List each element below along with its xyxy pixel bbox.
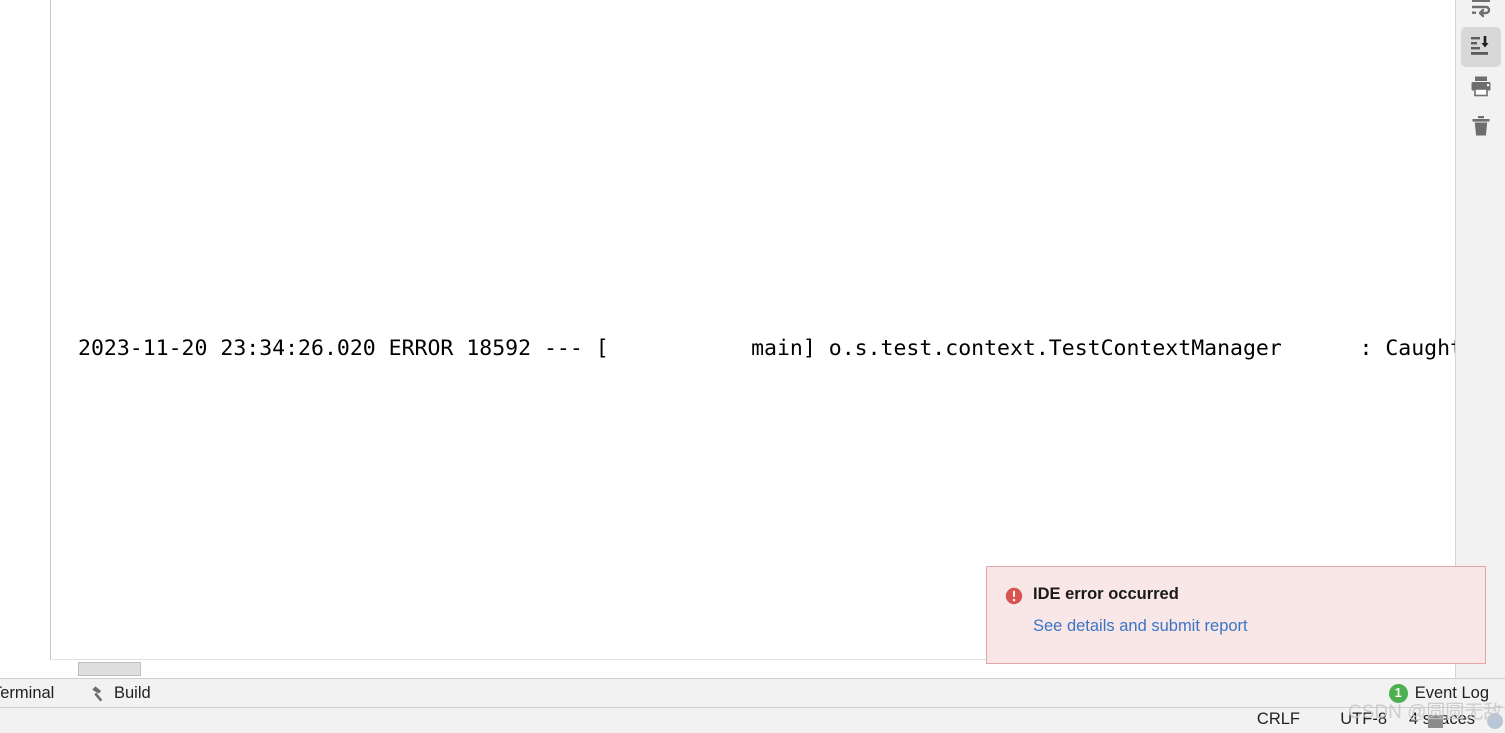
status-circle-indicator [1487, 713, 1503, 729]
ide-error-notification[interactable]: IDE error occurred See details and submi… [986, 566, 1486, 664]
trash-icon [1469, 114, 1493, 143]
horizontal-scrollbar-thumb[interactable] [78, 662, 141, 676]
scroll-to-end-button[interactable] [1461, 27, 1501, 67]
tool-window-tab-strip: Terminal Build 1 Event Log [0, 678, 1505, 708]
status-line-separator[interactable]: CRLF [1257, 710, 1300, 729]
soft-wrap-icon [1469, 0, 1493, 23]
error-circle-icon [1005, 587, 1023, 605]
status-bar: CRLF UTF-8 4 spaces [0, 708, 1505, 733]
event-log-button[interactable]: 1 Event Log [1388, 679, 1489, 707]
notification-details-link[interactable]: See details and submit report [1033, 617, 1248, 636]
gutter-divider [50, 0, 51, 660]
scroll-to-end-icon [1469, 33, 1493, 62]
tab-build-label: Build [114, 683, 151, 702]
notification-title: IDE error occurred [1033, 585, 1179, 603]
soft-wrap-button[interactable] [1461, 0, 1501, 28]
print-icon [1469, 74, 1493, 103]
status-encoding[interactable]: UTF-8 [1340, 710, 1387, 729]
log-line: 2023-11-20 23:34:26.020 ERROR 18592 --- … [78, 335, 1455, 361]
tab-build[interactable]: Build [88, 679, 151, 707]
hammer-icon [88, 684, 107, 703]
event-log-label: Event Log [1414, 683, 1489, 702]
clear-all-button[interactable] [1461, 108, 1501, 148]
ide-console-window: 2023-11-20 23:34:26.020 ERROR 18592 --- … [0, 0, 1505, 733]
status-square-indicator [1428, 715, 1443, 728]
tab-terminal-label: Terminal [0, 683, 55, 702]
print-button[interactable] [1461, 68, 1501, 108]
event-log-count-badge: 1 [1388, 683, 1408, 703]
tab-terminal[interactable]: Terminal [0, 679, 54, 707]
